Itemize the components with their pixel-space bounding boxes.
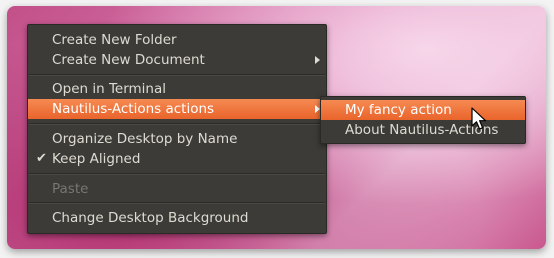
checkmark-icon: ✔ [36,151,47,166]
menu-item-label: My fancy action [345,102,452,118]
menu-item-nautilus-actions[interactable]: Nautilus-Actions actions [28,99,326,119]
menu-separator [29,202,325,204]
menu-item-label: Create New Document [52,52,205,68]
menu-item-label: Paste [52,181,89,197]
menu-item-label: Organize Desktop by Name [52,131,238,147]
menu-separator [29,123,325,125]
menu-item-create-new-folder[interactable]: Create New Folder [28,30,326,50]
menu-item-label: Keep Aligned [52,151,141,167]
menu-item-organize-desktop-by-name[interactable]: Organize Desktop by Name [28,129,326,149]
menu-item-open-in-terminal[interactable]: Open in Terminal [28,79,326,99]
mouse-pointer-icon [471,107,487,130]
menu-separator [29,74,325,76]
menu-item-change-desktop-background[interactable]: Change Desktop Background [28,208,326,228]
nautilus-actions-submenu: My fancy action About Nautilus-Actions [320,96,526,144]
desktop-context-menu: Create New Folder Create New Document Op… [27,24,327,234]
submenu-arrow-icon [315,56,320,64]
menu-item-create-new-document[interactable]: Create New Document [28,50,326,70]
menu-item-label: Change Desktop Background [52,210,249,226]
menu-item-label: Create New Folder [52,32,177,48]
submenu-item-about-nautilus-actions[interactable]: About Nautilus-Actions [321,120,525,140]
menu-item-label: Open in Terminal [52,81,166,97]
menu-separator [29,173,325,175]
menu-item-keep-aligned[interactable]: ✔ Keep Aligned [28,149,326,169]
menu-item-paste: Paste [28,179,326,199]
menu-item-label: Nautilus-Actions actions [52,101,215,117]
submenu-item-my-fancy-action[interactable]: My fancy action [321,100,525,120]
